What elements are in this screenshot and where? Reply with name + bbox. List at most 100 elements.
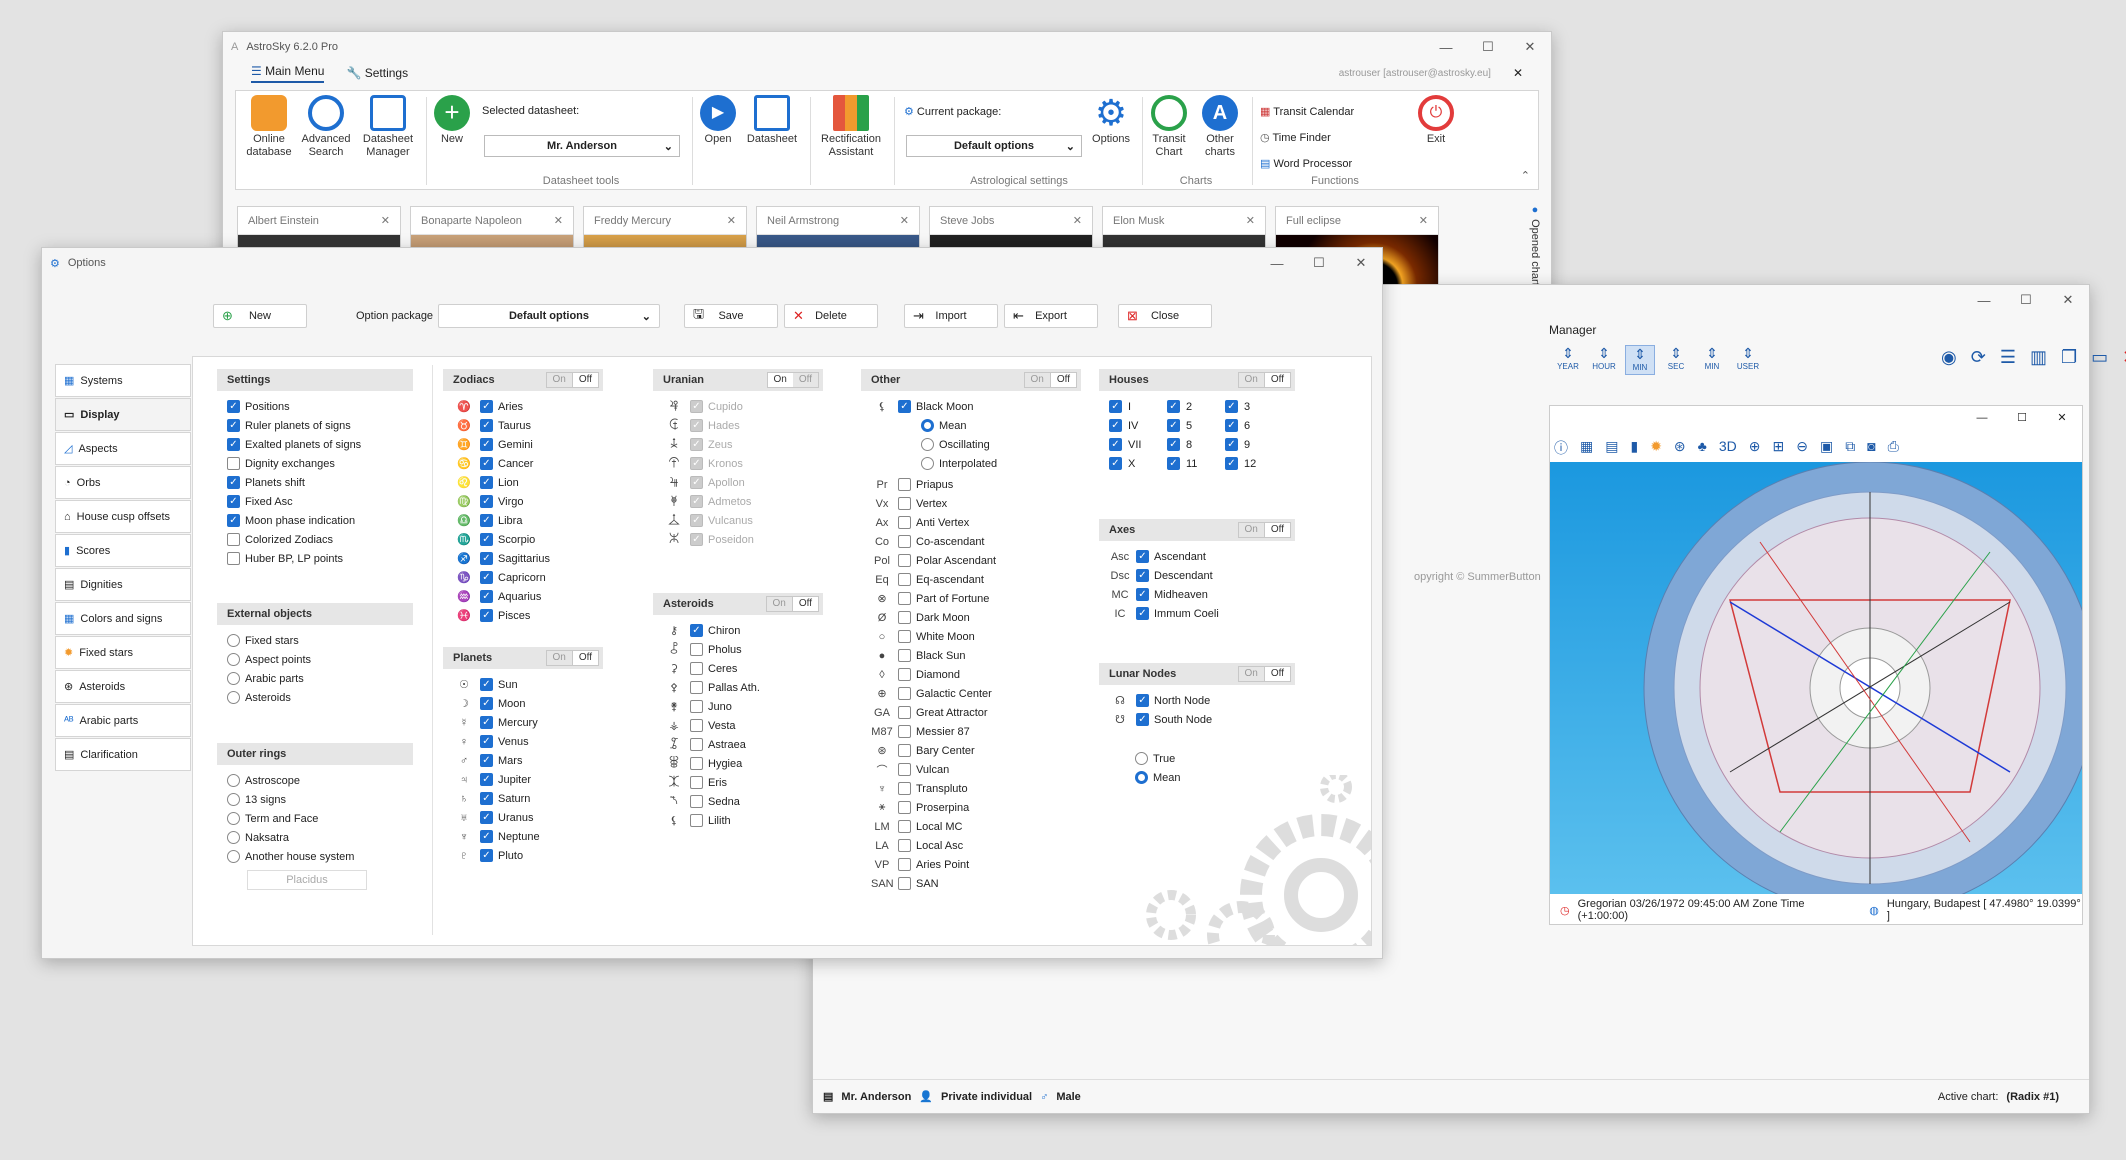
option-item[interactable]: ⯥ ✓ Admetos bbox=[653, 492, 823, 511]
checkbox[interactable] bbox=[898, 744, 911, 757]
option-item[interactable]: ⯚ Hygiea bbox=[653, 754, 823, 773]
checkbox[interactable] bbox=[690, 814, 703, 827]
radio[interactable] bbox=[1135, 752, 1148, 765]
option-item[interactable]: ⚶ Vesta bbox=[653, 716, 823, 735]
option-astroscope[interactable]: Astroscope bbox=[217, 771, 413, 790]
option-item[interactable]: Ø Dark Moon bbox=[861, 608, 1081, 627]
checkbox[interactable] bbox=[898, 516, 911, 529]
selected-datasheet-dropdown[interactable]: Mr. Anderson ⌄ bbox=[484, 135, 680, 157]
checkbox[interactable]: ✓ bbox=[480, 735, 493, 748]
option-north-node[interactable]: ☊ ✓ North Node bbox=[1099, 691, 1295, 710]
close-button[interactable]: ⊠ Close bbox=[1118, 304, 1212, 328]
step-min-button[interactable]: ⇕ MIN bbox=[1625, 345, 1655, 375]
close-all-icon[interactable]: ✕ bbox=[2122, 347, 2126, 368]
checkbox[interactable]: ✓ bbox=[1136, 550, 1149, 563]
checkbox[interactable]: ✓ bbox=[690, 495, 703, 508]
option-item[interactable]: ⊛ Bary Center bbox=[861, 741, 1081, 760]
radio[interactable] bbox=[227, 850, 240, 863]
option-item[interactable]: ⯰ Eris bbox=[653, 773, 823, 792]
close-icon[interactable]: ✕ bbox=[2047, 285, 2089, 315]
option-exalted-planets[interactable]: ✓ Exalted planets of signs bbox=[217, 435, 413, 454]
option-item[interactable]: Co Co-ascendant bbox=[861, 532, 1081, 551]
checkbox[interactable]: ✓ bbox=[480, 609, 493, 622]
option-planets-shift[interactable]: ✓ Planets shift bbox=[217, 473, 413, 492]
info-icon[interactable]: ⓘ bbox=[1554, 438, 1568, 458]
option-ext-asteroids[interactable]: Asteroids bbox=[217, 688, 413, 707]
option-item[interactable]: ♌ ✓ Lion bbox=[443, 473, 603, 492]
import-button[interactable]: ⇥ Import bbox=[904, 304, 998, 328]
checkbox[interactable]: ✓ bbox=[1109, 419, 1122, 432]
option-item[interactable]: ♃ ✓ Jupiter bbox=[443, 770, 603, 789]
close-icon[interactable]: ✕ bbox=[1509, 32, 1551, 62]
option-item[interactable]: ○ White Moon bbox=[861, 627, 1081, 646]
checkbox[interactable] bbox=[898, 858, 911, 871]
option-naksatra[interactable]: Naksatra bbox=[217, 828, 413, 847]
option-item[interactable]: ♂ ✓ Mars bbox=[443, 751, 603, 770]
checkbox[interactable]: ✓ bbox=[690, 476, 703, 489]
radio[interactable] bbox=[227, 653, 240, 666]
checkbox[interactable]: ✓ bbox=[227, 476, 240, 489]
option-item[interactable]: SAN SAN bbox=[861, 874, 1081, 893]
radio[interactable] bbox=[227, 812, 240, 825]
house-system-dropdown[interactable]: Placidus bbox=[247, 870, 367, 890]
option-item[interactable]: LM Local MC bbox=[861, 817, 1081, 836]
word-processor-button[interactable]: ▤ Word Processor bbox=[1260, 151, 1354, 177]
datasheet-button[interactable]: Datasheet bbox=[744, 95, 800, 146]
close-icon[interactable]: ✕ bbox=[1246, 214, 1255, 227]
option-black-moon-oscillating[interactable]: Oscillating bbox=[861, 435, 1081, 454]
close-icon[interactable]: ✕ bbox=[727, 214, 736, 227]
option-item[interactable]: ☽ ✓ Moon bbox=[443, 694, 603, 713]
option-ruler-planets[interactable]: ✓ Ruler planets of signs bbox=[217, 416, 413, 435]
option-item[interactable]: ♀ ✓ Venus bbox=[443, 732, 603, 751]
chart-canvas[interactable] bbox=[1550, 461, 2097, 915]
option-item[interactable]: ⚹ Proserpina bbox=[861, 798, 1081, 817]
checkbox[interactable]: ✓ bbox=[690, 533, 703, 546]
on-off-toggle[interactable]: On Off bbox=[1237, 522, 1291, 538]
collapse-ribbon-icon[interactable]: ⌃ bbox=[1521, 169, 1530, 182]
house-option[interactable]: ✓ 2 bbox=[1167, 397, 1225, 416]
checkbox[interactable]: ✓ bbox=[1136, 713, 1149, 726]
option-item[interactable]: MC ✓ Midheaven bbox=[1099, 585, 1295, 604]
checkbox[interactable] bbox=[898, 478, 911, 491]
checkbox[interactable] bbox=[690, 795, 703, 808]
option-item[interactable]: ⯢ ✓ Zeus bbox=[653, 435, 823, 454]
option-item[interactable]: ⯡ ✓ Hades bbox=[653, 416, 823, 435]
maximize-icon[interactable]: ☐ bbox=[1467, 32, 1509, 62]
current-package-dropdown[interactable]: Default options ⌄ bbox=[906, 135, 1082, 157]
radio[interactable] bbox=[921, 419, 934, 432]
option-item[interactable]: ☿ ✓ Mercury bbox=[443, 713, 603, 732]
tree-icon[interactable]: ♣ bbox=[1698, 438, 1707, 458]
checkbox[interactable] bbox=[898, 782, 911, 795]
online-database-button[interactable]: Online database bbox=[244, 95, 294, 159]
option-item[interactable]: ☉ ✓ Sun bbox=[443, 675, 603, 694]
option-item[interactable]: LA Local Asc bbox=[861, 836, 1081, 855]
on-off-toggle[interactable]: On Off bbox=[545, 650, 599, 666]
option-black-moon-mean[interactable]: Mean bbox=[861, 416, 1081, 435]
checkbox[interactable]: ✓ bbox=[480, 773, 493, 786]
zoom-in-icon[interactable]: ⊕ bbox=[1749, 438, 1761, 458]
checkbox[interactable] bbox=[898, 592, 911, 605]
checkbox[interactable] bbox=[690, 662, 703, 675]
checkbox[interactable]: ✓ bbox=[480, 792, 493, 805]
sidebar-item-colors-and-signs[interactable]: ▦ Colors and signs bbox=[55, 602, 191, 635]
option-item[interactable]: ♑ ✓ Capricorn bbox=[443, 568, 603, 587]
step-4min-button[interactable]: ⇕ MIN bbox=[1697, 345, 1727, 375]
rectification-button[interactable]: Rectification Assistant bbox=[816, 95, 886, 159]
checkbox[interactable]: ✓ bbox=[1109, 400, 1122, 413]
house-option[interactable]: ✓ I bbox=[1109, 397, 1167, 416]
checkbox[interactable]: ✓ bbox=[690, 400, 703, 413]
radio[interactable] bbox=[227, 831, 240, 844]
options-button[interactable]: ⚙ Options bbox=[1086, 95, 1136, 146]
option-item[interactable]: ♇ ✓ Pluto bbox=[443, 846, 603, 865]
house-option[interactable]: ✓ 6 bbox=[1225, 416, 1283, 435]
checkbox[interactable] bbox=[898, 725, 911, 738]
other-charts-button[interactable]: A Other charts bbox=[1196, 95, 1244, 159]
option-item[interactable]: ⚷ ✓ Chiron bbox=[653, 621, 823, 640]
bar-chart-icon[interactable]: ▮ bbox=[1630, 438, 1638, 458]
option-item[interactable]: ◊ Diamond bbox=[861, 665, 1081, 684]
checkbox[interactable]: ✓ bbox=[480, 495, 493, 508]
minimize-icon[interactable]: — bbox=[1962, 406, 2002, 430]
option-item[interactable]: M87 Messier 87 bbox=[861, 722, 1081, 741]
option-fixed-asc[interactable]: ✓ Fixed Asc bbox=[217, 492, 413, 511]
active-chart-dropdown[interactable]: (Radix #1) bbox=[2006, 1091, 2059, 1103]
